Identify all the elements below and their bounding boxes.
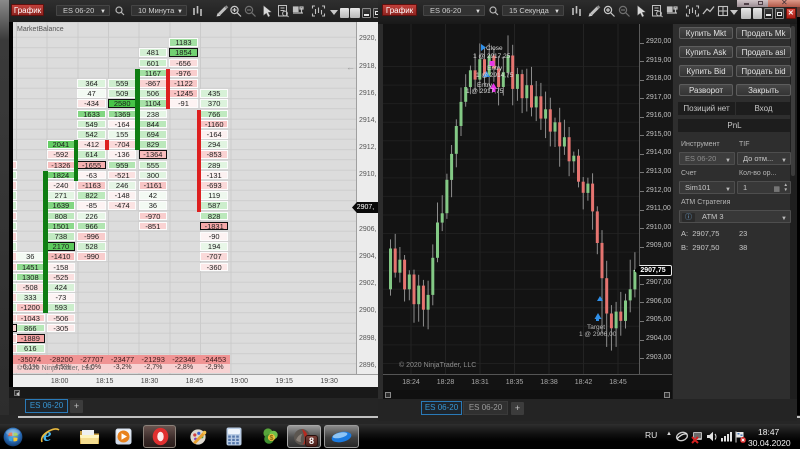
svg-text:$: $ [270, 435, 274, 442]
